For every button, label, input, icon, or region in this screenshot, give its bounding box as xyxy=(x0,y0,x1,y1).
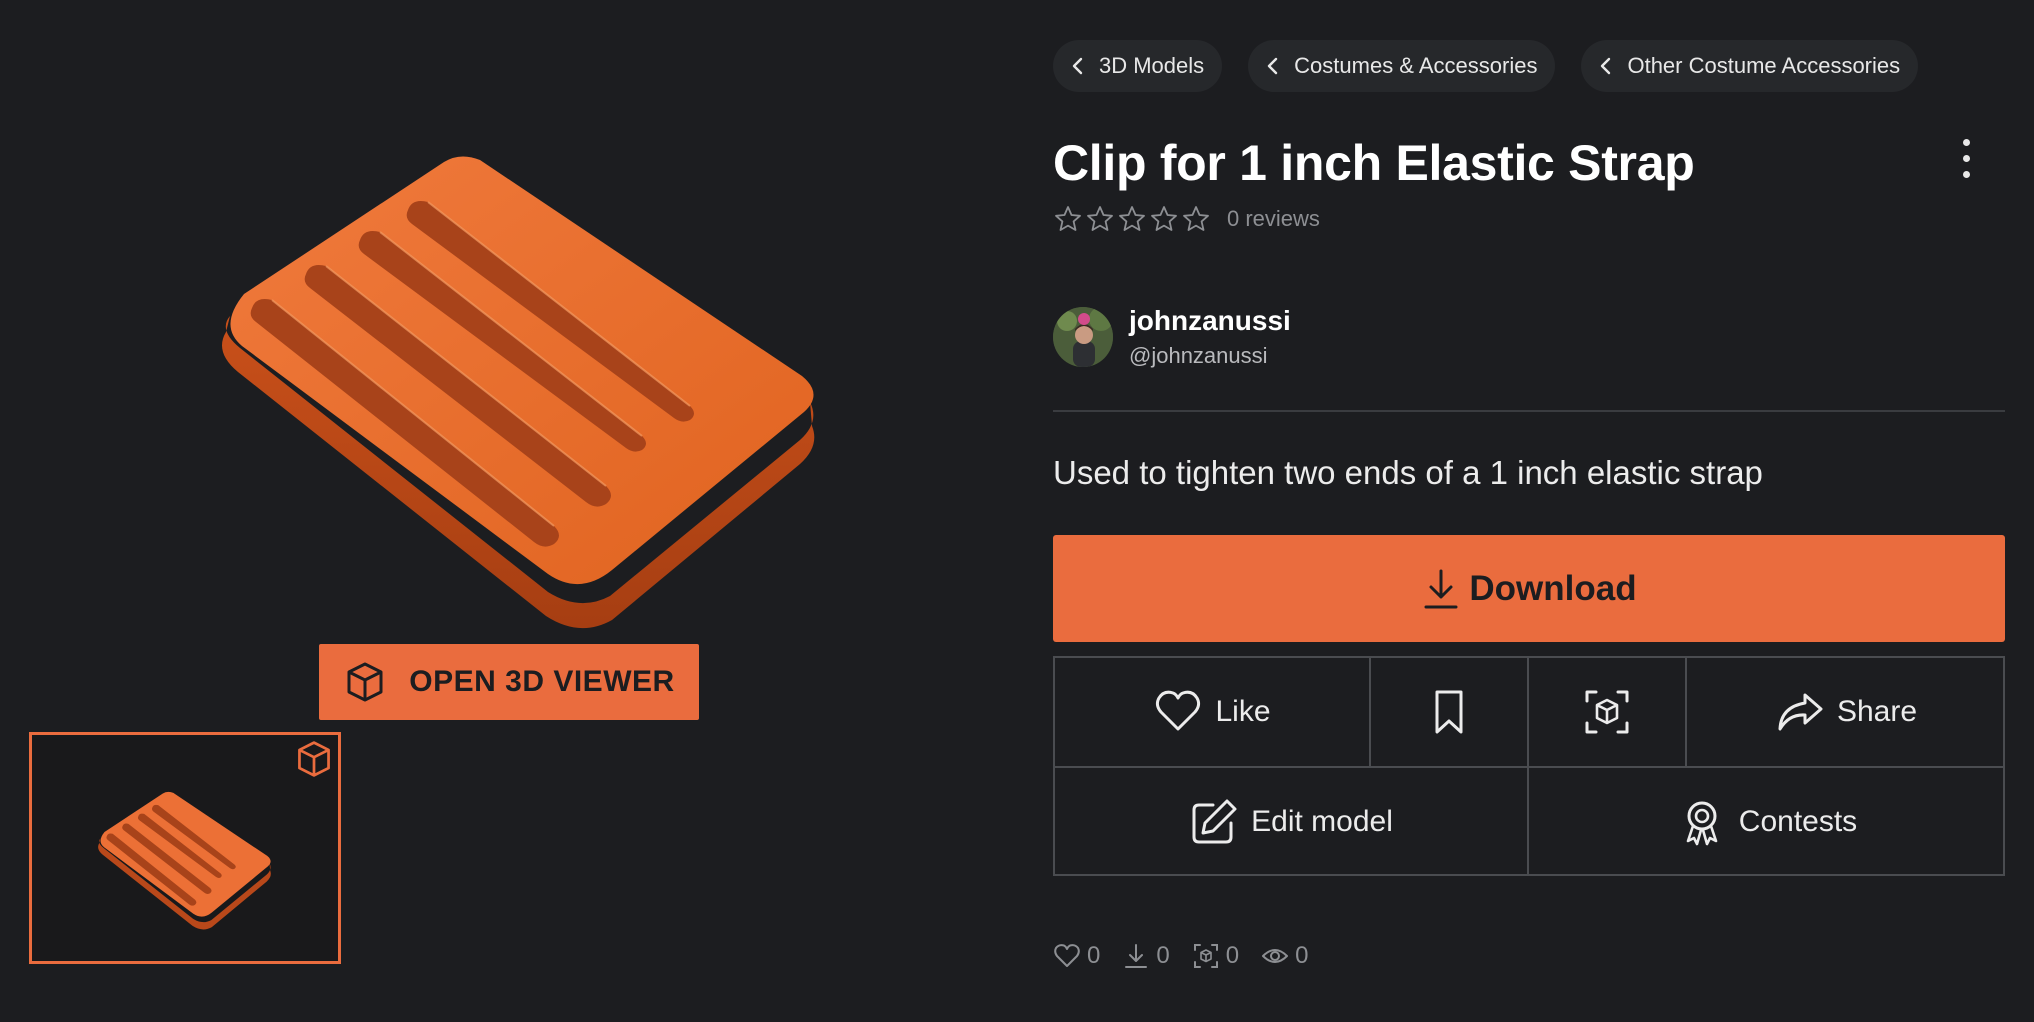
open-3d-viewer-label: OPEN 3D VIEWER xyxy=(409,665,675,698)
share-button[interactable]: Share xyxy=(1687,658,2005,766)
star-empty-icon xyxy=(1183,206,1209,231)
download-label: Download xyxy=(1469,568,1637,608)
star-empty-icon xyxy=(1119,206,1145,231)
action-grid: Like Share Edit model Contests xyxy=(1053,656,2005,876)
thumbnail-selected[interactable] xyxy=(29,732,341,964)
author-name[interactable]: johnzanussi xyxy=(1129,305,1291,337)
award-ribbon-icon xyxy=(1686,801,1718,846)
edit-model-button[interactable]: Edit model xyxy=(1055,768,1527,876)
like-label: Like xyxy=(1215,695,1271,728)
makes-count: 0 xyxy=(1225,942,1240,969)
star-empty-icon xyxy=(1055,206,1081,231)
star-empty-icon xyxy=(1087,206,1113,231)
likes-count: 0 xyxy=(1087,942,1101,969)
open-3d-viewer-button[interactable]: OPEN 3D VIEWER xyxy=(319,644,699,720)
model-description: Used to tighten two ends of a 1 inch ela… xyxy=(1053,454,1763,491)
likes-stat: 0 xyxy=(1053,942,1100,970)
contests-label: Contests xyxy=(1738,805,1858,838)
chevron-left-icon xyxy=(1072,57,1083,75)
eye-icon xyxy=(1262,949,1289,963)
rating[interactable]: 0 reviews xyxy=(1053,204,1320,234)
downloads-stat: 0 xyxy=(1122,942,1170,970)
download-icon xyxy=(1424,569,1458,608)
chevron-left-icon xyxy=(1601,57,1611,75)
author-block[interactable]: johnzanussi @johnzanussi xyxy=(1053,305,1291,369)
breadcrumb-3d-models[interactable]: 3D Models xyxy=(1053,40,1223,92)
breadcrumb-costumes-accessories[interactable]: Costumes & Accessories xyxy=(1248,40,1556,92)
download-button[interactable]: Download xyxy=(1053,535,2005,642)
more-options-icon[interactable] xyxy=(1948,134,1984,182)
views-stat: 0 xyxy=(1261,942,1308,970)
breadcrumb-label: 3D Models xyxy=(1099,53,1205,78)
edit-model-label: Edit model xyxy=(1251,805,1393,838)
makes-stat: 0 xyxy=(1192,942,1239,970)
chevron-left-icon xyxy=(1267,57,1278,75)
page-title: Clip for 1 inch Elastic Strap xyxy=(1053,135,1695,191)
ar-view-button[interactable] xyxy=(1529,658,1685,766)
breadcrumb-other-costume-accessories[interactable]: Other Costume Accessories xyxy=(1581,40,1919,92)
model-preview-image[interactable] xyxy=(160,150,880,630)
breadcrumb: 3D Models Costumes & Accessories Other C… xyxy=(1053,40,1919,92)
author-text: johnzanussi @johnzanussi xyxy=(1129,305,1291,369)
avatar-image xyxy=(1053,307,1113,367)
download-icon xyxy=(1125,944,1148,968)
star-empty-icon xyxy=(1151,206,1177,231)
like-button[interactable]: Like xyxy=(1055,658,1369,766)
cube-icon xyxy=(298,741,330,777)
heart-icon xyxy=(1054,944,1080,967)
heart-icon xyxy=(1156,690,1201,731)
downloads-count: 0 xyxy=(1156,942,1170,969)
bookmark-icon xyxy=(1435,690,1463,734)
clip-render xyxy=(222,156,815,629)
model-page: OPEN 3D VIEWER 3D Models Costumes & Acce… xyxy=(0,0,2034,1022)
share-label: Share xyxy=(1836,695,1918,728)
breadcrumb-label: Costumes & Accessories xyxy=(1294,53,1538,78)
ar-cube-icon xyxy=(1585,690,1629,734)
model-stats: 0 0 0 0 xyxy=(1053,942,1308,970)
contests-button[interactable]: Contests xyxy=(1529,768,2005,876)
edit-icon xyxy=(1192,799,1237,844)
ar-cube-icon xyxy=(1193,944,1218,968)
cube-icon xyxy=(347,662,383,702)
share-icon xyxy=(1778,693,1823,731)
breadcrumb-label: Other Costume Accessories xyxy=(1627,53,1901,78)
review-count: 0 reviews xyxy=(1227,206,1320,231)
views-count: 0 xyxy=(1295,942,1309,969)
bookmark-button[interactable] xyxy=(1371,658,1527,766)
author-handle: @johnzanussi xyxy=(1129,343,1268,368)
rating-stars xyxy=(1053,204,1211,234)
avatar[interactable] xyxy=(1053,307,1113,367)
divider xyxy=(1053,410,2005,412)
thumbnail-image xyxy=(98,791,271,930)
